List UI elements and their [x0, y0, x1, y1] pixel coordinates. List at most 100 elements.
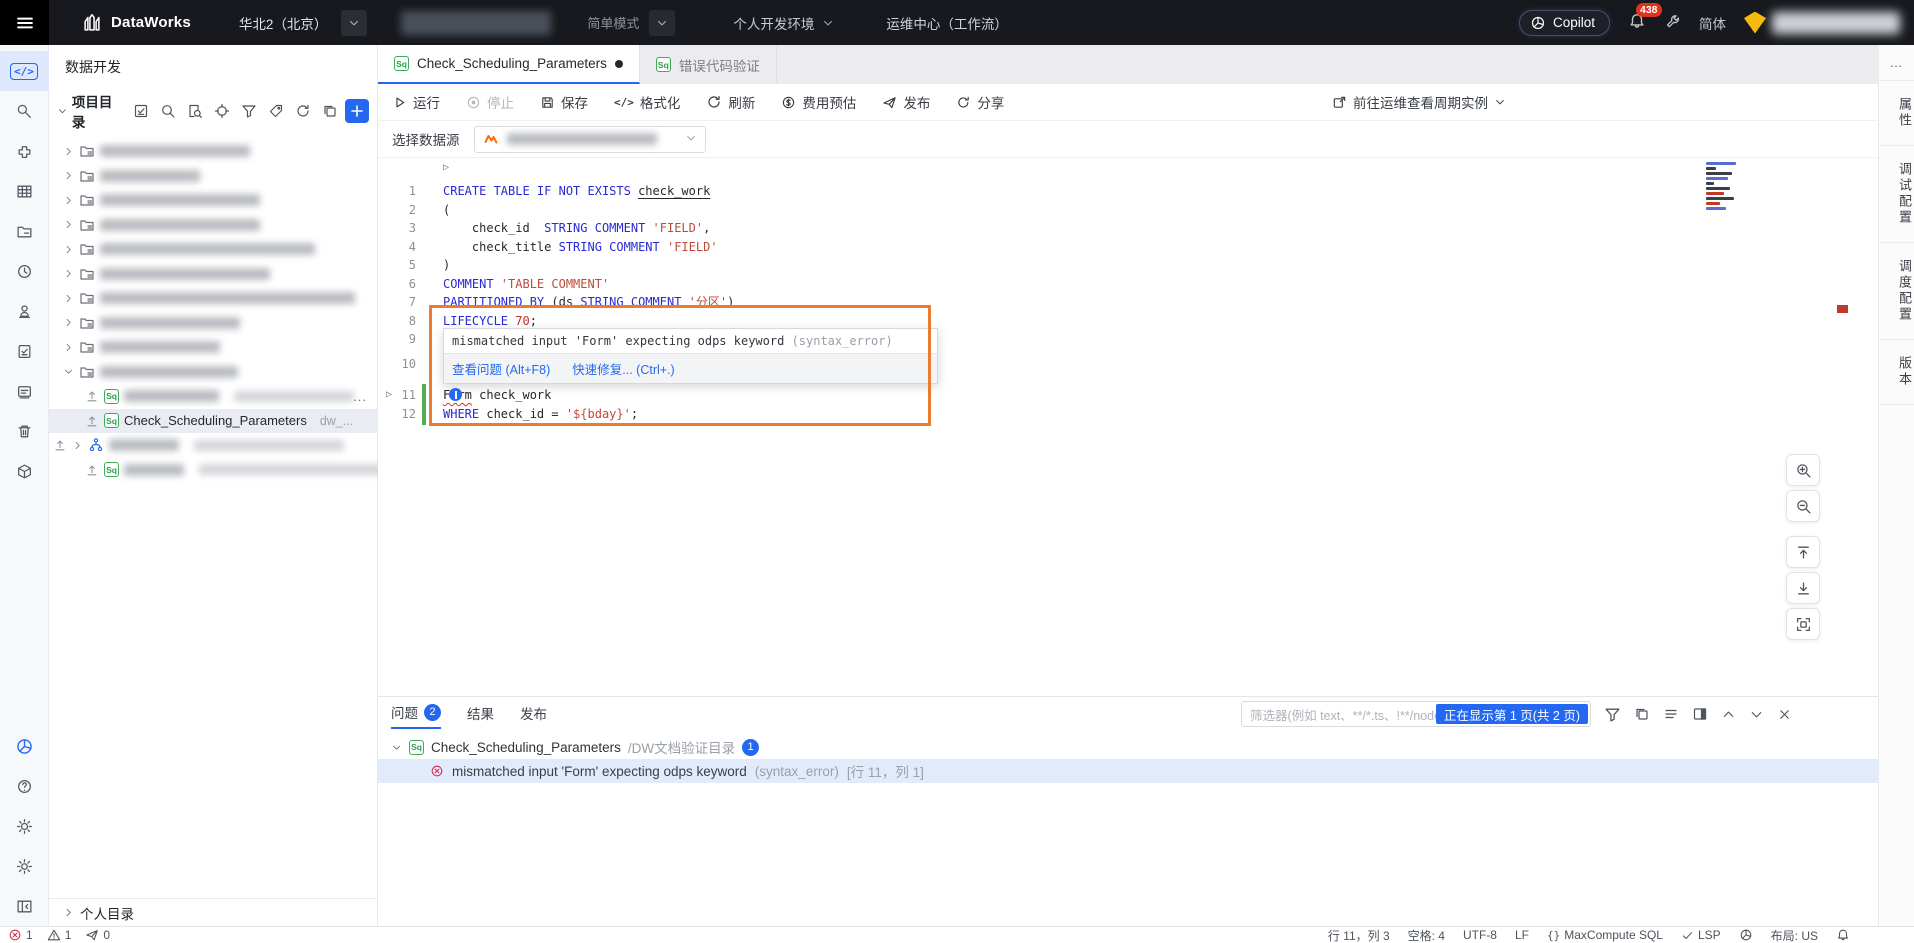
tree-item-row[interactable] [49, 433, 377, 458]
status-item[interactable]: 行 11，列 3 [1328, 927, 1390, 943]
publish-button[interactable]: 发布 [882, 92, 930, 112]
editor-tab[interactable]: Sq 错误代码验证 [640, 45, 777, 84]
tree-item-row[interactable]: Sq [49, 458, 384, 483]
env-selector[interactable]: 个人开发环境 [733, 13, 834, 33]
datasource-select[interactable] [473, 125, 706, 153]
sidebar-tool-refresh[interactable] [291, 99, 315, 123]
status-item[interactable] [1836, 928, 1850, 942]
rail-item-folder[interactable] [0, 211, 49, 251]
status-warn[interactable]: 1 [47, 928, 71, 942]
editor-tab[interactable]: Sq Check_Scheduling_Parameters [378, 45, 640, 84]
save-button[interactable]: 保存 [540, 92, 588, 112]
share-button[interactable]: 分享 [956, 92, 1004, 112]
status-send[interactable]: 0 [85, 928, 110, 942]
close-panel-button[interactable] [1777, 707, 1792, 722]
rail-item-trash[interactable] [0, 411, 49, 451]
mode-chevron[interactable] [649, 9, 676, 36]
run-line-marker[interactable]: ▷ [386, 386, 392, 405]
sidebar-tool-locate[interactable] [210, 99, 234, 123]
toggle-panel-layout-button[interactable] [1692, 706, 1708, 722]
tree-folder-row[interactable] [49, 213, 377, 238]
sidebar-tool-search[interactable] [156, 99, 180, 123]
region-selector[interactable]: 华北2（北京） [229, 8, 368, 38]
ops-center-link[interactable]: 运维中心（工作流） [886, 13, 1008, 33]
sidebar-tool-funnel[interactable] [237, 99, 261, 123]
cost-button[interactable]: 费用预估 [781, 92, 856, 112]
run-button[interactable]: 运行 [392, 92, 440, 112]
rail-item-help[interactable] [0, 766, 49, 806]
collapse-all-button[interactable] [1663, 706, 1679, 722]
panel-tab-属性[interactable]: 属性 [1879, 81, 1914, 146]
chevron-down-icon[interactable] [57, 105, 68, 117]
mode-selector[interactable]: 简单模式 [587, 9, 676, 36]
tree-folder-row[interactable] [49, 139, 377, 164]
tree-folder-row[interactable] [49, 237, 377, 262]
view-problem-link[interactable]: 查看问题 (Alt+F8) [452, 359, 550, 378]
goto-ops-center-link[interactable]: 前往运维查看周期实例 [1332, 92, 1506, 112]
status-item[interactable] [1739, 928, 1753, 942]
rail-item-clock[interactable] [0, 251, 49, 291]
status-item[interactable]: 布局: US [1771, 927, 1818, 943]
panel-tab-调试配置[interactable]: 调试配置 [1879, 146, 1914, 243]
copilot-button[interactable]: Copilot [1518, 9, 1610, 36]
workspace-name-redacted[interactable] [401, 10, 552, 35]
problems-group-row[interactable]: Sq Check_Scheduling_Parameters /DW文档验证目录… [378, 735, 1878, 759]
rail-item-settings-gear[interactable] [0, 846, 49, 886]
token-link[interactable]: check_work [638, 184, 710, 198]
sidebar-tool-plus[interactable] [345, 99, 369, 123]
text-cursor-handle[interactable] [449, 388, 462, 401]
zoom-out-button[interactable] [1786, 490, 1820, 522]
overview-ruler-error-marker[interactable] [1837, 305, 1848, 313]
format-button[interactable]: </> 格式化 [614, 92, 680, 112]
rail-item-code-editor[interactable]: </> [0, 51, 49, 91]
rail-item-member[interactable] [0, 291, 49, 331]
dataworks-logo[interactable]: DataWorks [81, 12, 191, 34]
rail-item-table[interactable] [0, 171, 49, 211]
filter-icon-button[interactable] [1604, 706, 1621, 723]
tools-button[interactable] [1664, 13, 1681, 33]
minimap[interactable] [1706, 162, 1750, 212]
status-item[interactable]: UTF-8 [1463, 928, 1497, 942]
scroll-to-bottom-button[interactable] [1786, 572, 1820, 604]
copy-results-button[interactable] [1634, 706, 1650, 722]
item-more-dots[interactable]: ... [353, 389, 367, 404]
fit-view-button[interactable] [1786, 608, 1820, 640]
tree-folder-row[interactable] [49, 188, 377, 213]
rail-item-package[interactable] [0, 451, 49, 491]
user-account[interactable] [1744, 11, 1900, 34]
status-item[interactable]: 空格: 4 [1408, 927, 1445, 943]
sidebar-tool-check-doc[interactable] [129, 99, 153, 123]
rail-item-collapse-panel[interactable] [0, 886, 49, 926]
tree-folder-row[interactable] [49, 262, 377, 287]
rail-item-puzzle[interactable] [0, 131, 49, 171]
tree-folder-row[interactable] [49, 335, 377, 360]
rail-item-pointer[interactable] [0, 91, 49, 131]
refresh-button[interactable]: 刷新 [706, 92, 755, 112]
maximize-panel-button[interactable] [1721, 707, 1736, 722]
status-item[interactable]: LF [1515, 928, 1529, 942]
rail-item-approval[interactable] [0, 331, 49, 371]
rail-item-copilot-blue[interactable] [0, 726, 49, 766]
tree-folder-row[interactable] [49, 311, 377, 336]
code-editor[interactable]: ▷ mismatched input 'Form' expecting odps… [378, 158, 1878, 696]
bottom-tab-发布[interactable]: 发布 [520, 697, 547, 729]
sidebar-tool-tag[interactable] [264, 99, 288, 123]
personal-directory[interactable]: 个人目录 [49, 898, 377, 926]
rail-item-theme-sun[interactable] [0, 806, 49, 846]
minimize-panel-button[interactable] [1749, 707, 1764, 722]
scroll-to-top-button[interactable] [1786, 536, 1820, 568]
language-switch[interactable]: 简体 [1699, 13, 1726, 33]
sidebar-tool-doc-search[interactable] [183, 99, 207, 123]
quick-fix-link[interactable]: 快速修复... (Ctrl+.) [572, 359, 674, 378]
tree-folder-row[interactable] [49, 286, 377, 311]
rail-item-doc-lines[interactable] [0, 371, 49, 411]
bottom-tab-问题[interactable]: 问题 2 [391, 697, 441, 729]
panel-more-button[interactable]: … [1879, 45, 1914, 81]
sidebar-tool-copy[interactable] [318, 99, 342, 123]
tree-folder-row[interactable] [49, 360, 377, 385]
tree-item-row[interactable]: Sq Check_Scheduling_Parameters dw_... [49, 408, 377, 433]
panel-tab-调度配置[interactable]: 调度配置 [1879, 243, 1914, 340]
bottom-tab-结果[interactable]: 结果 [467, 697, 494, 729]
status-error-x[interactable]: 1 [8, 928, 33, 942]
tree-item-row[interactable]: Sq... [49, 384, 377, 409]
